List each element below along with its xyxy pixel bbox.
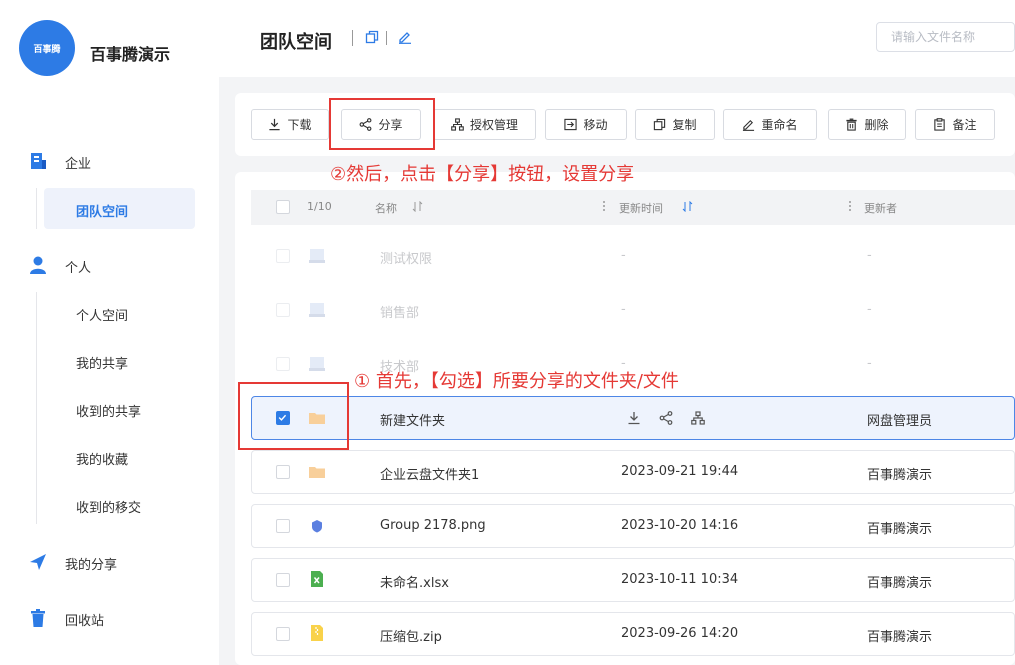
row-checkbox[interactable] [276,465,290,479]
move-icon [564,118,578,131]
file-time: - [621,248,626,263]
row-checkbox[interactable] [276,519,290,533]
download-button[interactable]: 下载 [251,109,329,140]
copy-button[interactable]: 复制 [635,109,715,140]
sidebar-item-personal-space[interactable]: 个人空间 [76,305,128,324]
logo-text: 百事腾 [33,44,61,55]
annotation-step1: ① 首先，【勾选】所要分享的文件夹/文件 [354,371,679,392]
image-file-icon [312,520,322,533]
file-name[interactable]: 销售部 [380,302,419,321]
file-name[interactable]: 企业云盘文件夹1 [380,464,479,483]
sidebar-item-enterprise[interactable]: 企业 [65,153,91,172]
permission-button[interactable]: 授权管理 [433,109,536,140]
org-chart-icon [451,118,464,131]
folder-drive-icon [309,303,325,317]
row-permission-icon[interactable] [691,411,705,425]
file-time: 2023-10-11 10:34 [621,572,739,587]
sidebar-item-recycle-bin[interactable]: 回收站 [65,610,104,629]
file-time: - [621,302,626,317]
row-share-icon[interactable] [659,411,673,425]
building-icon [31,153,46,169]
sort-icon[interactable] [682,201,694,212]
file-time: 2023-10-20 14:16 [621,518,739,533]
zip-file-icon [311,625,323,641]
folder-drive-icon [309,357,325,371]
annotation-box-checkbox [238,382,349,450]
row-checkbox[interactable] [276,357,290,371]
tree-line [36,292,37,524]
column-header-updater[interactable]: 更新者 [864,200,897,216]
note-button[interactable]: 备注 [915,109,995,140]
row-checkbox[interactable] [276,303,290,317]
row-checkbox[interactable] [276,573,290,587]
delete-icon [846,118,858,131]
folder-drive-icon [309,249,325,263]
paper-plane-icon [30,554,46,570]
title-divider [352,30,353,46]
file-updater: 百事腾演示 [867,576,933,591]
select-all-checkbox[interactable] [276,200,290,214]
file-updater: 百事腾演示 [867,468,933,483]
sort-icon[interactable] [412,201,424,212]
table-row[interactable] [251,234,1015,278]
clipboard-icon [934,118,946,131]
delete-label: 删除 [864,118,889,132]
row-checkbox[interactable] [276,627,290,641]
column-menu-icon[interactable] [848,200,852,212]
rename-button[interactable]: 重命名 [723,109,817,140]
row-checkbox[interactable] [276,249,290,263]
file-updater: 百事腾演示 [867,630,933,645]
sidebar-item-favorites[interactable]: 我的收藏 [76,449,128,468]
file-name[interactable]: Group 2178.png [380,518,486,533]
file-name[interactable]: 未命名.xlsx [380,572,449,591]
copy-icon [654,118,666,131]
rename-label: 重命名 [761,118,798,132]
file-updater: 百事腾演示 [867,522,933,537]
delete-button[interactable]: 删除 [828,109,906,140]
file-updater: - [867,356,872,371]
sidebar-item-my-share[interactable]: 我的分享 [65,554,117,573]
column-header-time[interactable]: 更新时间 [619,200,663,216]
table-row[interactable] [251,288,1015,332]
pencil-icon [743,119,755,131]
file-updater: - [867,248,872,263]
edit-icon[interactable] [398,30,412,44]
download-label: 下载 [287,118,312,132]
sidebar-item-received-transfer[interactable]: 收到的移交 [76,497,141,516]
user-icon [30,256,46,274]
selection-count: 1/10 [307,200,332,213]
note-label: 备注 [952,118,977,132]
file-name[interactable]: 压缩包.zip [380,626,442,645]
permission-label: 授权管理 [469,118,518,132]
excel-file-icon [311,571,323,587]
brand-name: 百事腾演示 [90,45,171,64]
sidebar-item-my-shared[interactable]: 我的共享 [76,353,128,372]
column-menu-icon[interactable] [602,200,606,212]
sidebar-item-team-space[interactable]: 团队空间 [76,201,128,220]
file-time: 2023-09-26 14:20 [621,626,739,641]
trash-icon [31,609,45,627]
file-name[interactable]: 测试权限 [380,248,432,267]
brand-logo: 百事腾 [19,20,75,76]
move-label: 移动 [583,118,608,132]
copy-link-icon[interactable] [365,30,379,44]
file-updater: 网盘管理员 [867,414,933,429]
sidebar-item-received-shared[interactable]: 收到的共享 [76,401,141,420]
search-input[interactable] [876,22,1015,52]
file-updater: - [867,302,872,317]
annotation-step2: ②然后，点击【分享】按钮，设置分享 [330,164,635,185]
folder-icon [309,467,325,478]
file-time: 2023-09-21 19:44 [621,464,739,479]
title-divider [386,31,387,45]
file-name[interactable]: 新建文件夹 [380,410,445,429]
copy-label: 复制 [672,118,697,132]
sidebar-item-personal[interactable]: 个人 [65,257,91,276]
annotation-box-share [329,98,435,150]
column-header-name[interactable]: 名称 [375,200,397,216]
download-icon [269,118,281,131]
move-button[interactable]: 移动 [545,109,627,140]
page-title: 团队空间 [260,32,332,53]
row-download-icon[interactable] [627,411,641,425]
tree-line [36,188,37,229]
